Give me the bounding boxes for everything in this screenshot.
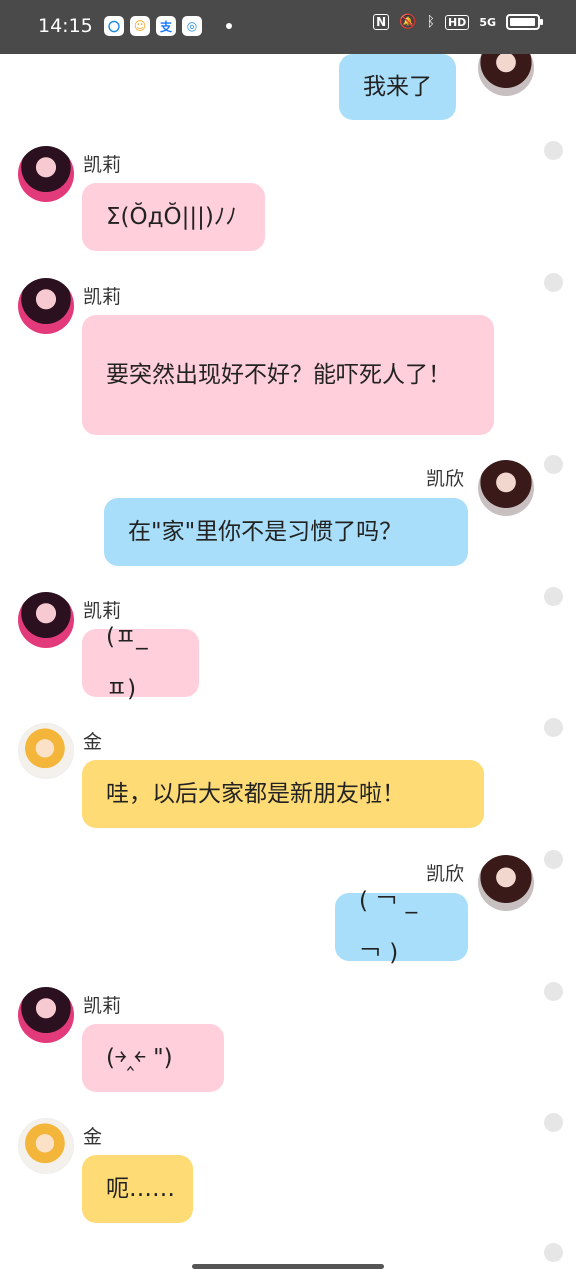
avatar-jin[interactable] xyxy=(18,1118,74,1174)
avatar-kaili[interactable] xyxy=(18,592,74,648)
read-indicator xyxy=(544,1113,563,1132)
message-text: 哇，以后大家都是新朋友啦！ xyxy=(106,781,405,807)
nfc-icon: N xyxy=(373,14,390,30)
sender-name: 凯莉 xyxy=(83,995,122,1017)
sender-name: 凯莉 xyxy=(83,286,122,308)
read-indicator xyxy=(544,273,563,292)
browser-app-icon: 〇 xyxy=(104,16,124,36)
message-text: (￫‸￩ ") xyxy=(106,1045,173,1071)
message-bubble[interactable]: 我来了 xyxy=(339,54,456,120)
network-5g-icon: 5G xyxy=(479,15,496,29)
sender-name: 凯欣 xyxy=(426,468,465,490)
status-indicators: N 🔕 ᛒ HD 5G xyxy=(373,14,543,30)
message-bubble[interactable]: Σ(ŎдŎ|||)ﾉﾉ xyxy=(82,183,265,251)
read-indicator xyxy=(544,1243,563,1262)
battery-icon xyxy=(506,14,543,30)
message-bubble[interactable]: (ㅍ_ㅍ) xyxy=(82,624,199,702)
circle-app-icon: ◎ xyxy=(182,16,202,36)
read-indicator xyxy=(544,141,563,160)
message-bubble[interactable]: (￫‸￩ ") xyxy=(82,1024,224,1092)
avatar-jin[interactable] xyxy=(18,723,74,779)
message-text: Σ(ŎдŎ|||)ﾉﾉ xyxy=(106,204,237,230)
avatar-kaili[interactable] xyxy=(18,146,74,202)
message-text: 呃…… xyxy=(106,1176,175,1202)
read-indicator xyxy=(544,718,563,737)
avatar-kaili[interactable] xyxy=(18,987,74,1043)
message-bubble[interactable]: 呃…… xyxy=(82,1155,193,1223)
read-indicator xyxy=(544,455,563,474)
status-time: 14:15 xyxy=(38,15,93,37)
avatar-kaixin[interactable] xyxy=(478,460,534,516)
message-bubble[interactable]: 在"家"里你不是习惯了吗？ xyxy=(104,498,468,566)
avatar-kaixin[interactable] xyxy=(478,54,534,96)
sender-name: 金 xyxy=(83,1126,103,1148)
message-bubble[interactable]: ( ￢ _ ￢ ) xyxy=(335,888,468,966)
avatar-kaili[interactable] xyxy=(18,278,74,334)
message-text: 在"家"里你不是习惯了吗？ xyxy=(128,519,403,545)
chat-app-icon: ☺ xyxy=(130,16,150,36)
message-text: 我来了 xyxy=(363,74,432,100)
message-text: 要突然出现好不好？能吓死人了！ xyxy=(106,362,451,388)
read-indicator xyxy=(544,982,563,1001)
status-bar: 14:15 〇 ☺ 支 ◎ N 🔕 ᛒ HD 5G xyxy=(0,0,576,54)
sender-name: 凯莉 xyxy=(83,154,122,176)
read-indicator xyxy=(544,850,563,869)
hd-icon: HD xyxy=(444,14,470,30)
alipay-app-icon: 支 xyxy=(156,16,176,36)
message-text: (ㅍ_ㅍ) xyxy=(106,624,148,702)
more-notifications-icon xyxy=(226,23,232,29)
mute-icon: 🔕 xyxy=(399,14,417,30)
avatar-kaixin[interactable] xyxy=(478,855,534,911)
home-indicator[interactable] xyxy=(192,1264,384,1269)
message-text: ( ￢ _ ￢ ) xyxy=(359,888,418,966)
bluetooth-icon: ᛒ xyxy=(426,14,435,30)
message-bubble[interactable]: 哇，以后大家都是新朋友啦！ xyxy=(82,760,484,828)
read-indicator xyxy=(544,587,563,606)
message-bubble[interactable]: 要突然出现好不好？能吓死人了！ xyxy=(82,315,494,435)
notification-icons: 〇 ☺ 支 ◎ xyxy=(104,16,232,36)
sender-name: 金 xyxy=(83,731,103,753)
chat-message-list[interactable]: 我来了 凯莉 Σ(ŎдŎ|||)ﾉﾉ 凯莉 要突然出现好不好？能吓死人了！ 凯欣… xyxy=(0,54,576,1280)
